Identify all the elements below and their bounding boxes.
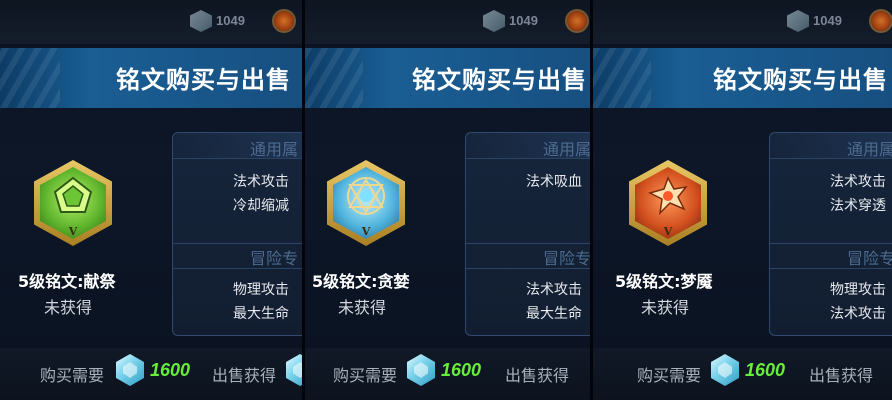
adventure-attributes-title: 冒险专 — [250, 249, 299, 268]
general-attributes-title: 通用属 — [543, 140, 591, 159]
sell-label: 出售获得 — [809, 366, 874, 385]
red-rune-icon[interactable]: V — [629, 160, 707, 246]
gem-icon — [116, 354, 144, 386]
rune-emblem-icon — [53, 176, 93, 214]
rune-level: V — [68, 225, 78, 238]
blue-rune-icon[interactable]: V — [327, 160, 405, 246]
attributes-box: 通用属 法术攻击 法术穿透 冒险专 物理攻击 法术攻击 — [769, 132, 892, 336]
buy-label: 购买需要 — [40, 366, 105, 385]
gem-icon — [286, 354, 303, 386]
top-bar: 1049 — [591, 0, 892, 44]
rune-panel-sacrifice: 1049 铭文购买与出售 V 5级铭文:献祭 未获得 通用属 法术攻击 冷却缩减… — [0, 0, 303, 400]
attribute-line: 法术攻击 — [830, 306, 886, 322]
rune-emblem-icon — [647, 176, 688, 216]
green-rune-icon[interactable]: V — [34, 160, 112, 246]
rune-name: 5级铭文:梦魇 — [615, 272, 713, 291]
title-banner: 铭文购买与出售 — [591, 48, 892, 108]
diamond-count: 1049 — [216, 13, 245, 28]
attribute-line: 法术攻击 — [526, 282, 582, 298]
page-title: 铭文购买与出售 — [713, 66, 888, 94]
general-attributes-title: 通用属 — [250, 140, 299, 159]
diamond-count: 1049 — [813, 13, 842, 28]
adventure-attributes-title: 冒险专 — [543, 249, 591, 268]
buy-label: 购买需要 — [333, 366, 398, 385]
bottom-bar: 购买需要 1600 出售获得 — [0, 348, 303, 400]
attribute-line: 法术吸血 — [526, 174, 582, 190]
adventure-attributes-title: 冒险专 — [847, 249, 892, 268]
attribute-line: 最大生命 — [526, 306, 582, 322]
title-banner: 铭文购买与出售 — [0, 48, 303, 108]
title-banner: 铭文购买与出售 — [303, 48, 591, 108]
attribute-line: 法术穿透 — [830, 198, 886, 214]
buy-label: 购买需要 — [637, 366, 702, 385]
sell-label: 出售获得 — [212, 366, 277, 385]
buy-price: 1600 — [441, 360, 482, 380]
top-bar: 1049 — [0, 0, 303, 44]
coin-icon — [869, 9, 892, 33]
rune-status: 未获得 — [641, 298, 690, 317]
rune-level: V — [361, 225, 371, 238]
buy-price: 1600 — [150, 360, 191, 380]
attribute-line: 法术攻击 — [830, 174, 886, 190]
rune-level: V — [663, 225, 673, 238]
diamond-icon — [787, 10, 809, 32]
attributes-box: 通用属 法术攻击 冷却缩减 冒险专 物理攻击 最大生命 — [172, 132, 303, 336]
rune-panel-greed: 1049 铭文购买与出售 V 5级铭文:贪婪 未获得 通用属 法术吸血 冒险专 … — [303, 0, 591, 400]
gem-icon — [407, 354, 435, 386]
coin-icon — [565, 9, 589, 33]
rune-name: 5级铭文:贪婪 — [312, 272, 410, 291]
attribute-line: 冷却缩减 — [233, 198, 289, 214]
top-bar: 1049 — [303, 0, 591, 44]
diamond-icon — [190, 10, 212, 32]
diamond-icon — [483, 10, 505, 32]
buy-price: 1600 — [745, 360, 786, 380]
coin-icon — [272, 9, 296, 33]
attribute-line: 物理攻击 — [830, 282, 886, 298]
diamond-count: 1049 — [509, 13, 538, 28]
attribute-line: 物理攻击 — [233, 282, 289, 298]
attributes-box: 通用属 法术吸血 冒险专 法术攻击 最大生命 — [465, 132, 591, 336]
rune-status: 未获得 — [44, 298, 93, 317]
rune-emblem-icon — [347, 177, 385, 216]
page-title: 铭文购买与出售 — [116, 66, 291, 94]
sell-label: 出售获得 — [505, 366, 570, 385]
rune-status: 未获得 — [338, 298, 387, 317]
rune-name: 5级铭文:献祭 — [18, 272, 116, 291]
attribute-line: 最大生命 — [233, 306, 289, 322]
attribute-line: 法术攻击 — [233, 174, 289, 190]
panel-divider — [302, 0, 305, 400]
rune-panel-nightmare: 1049 铭文购买与出售 V 5级铭文:梦魇 未获得 通用属 法术攻击 法术穿透… — [591, 0, 892, 400]
bottom-bar: 购买需要 1600 出售获得 — [303, 348, 591, 400]
panel-divider — [590, 0, 593, 400]
page-title: 铭文购买与出售 — [412, 66, 587, 94]
gem-icon — [711, 354, 739, 386]
general-attributes-title: 通用属 — [847, 140, 892, 159]
bottom-bar: 购买需要 1600 出售获得 — [591, 348, 892, 400]
